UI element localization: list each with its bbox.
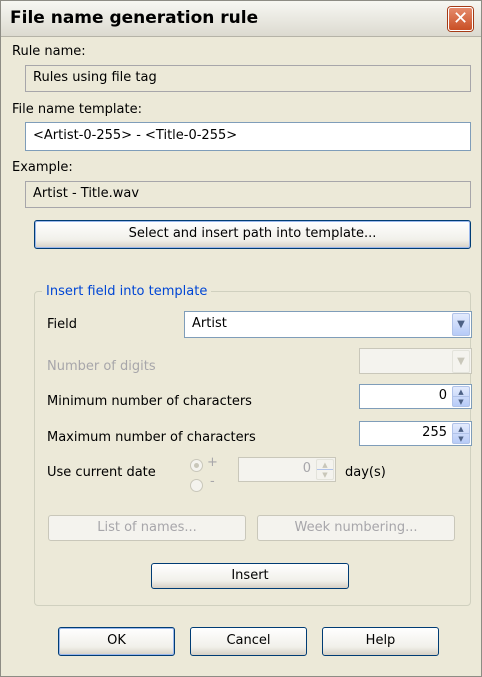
spinner-buttons[interactable]: ▲ ▼ — [452, 423, 470, 444]
chevron-down-icon[interactable]: ▼ — [452, 350, 470, 373]
max-chars-label: Maximum number of characters — [47, 430, 256, 445]
spin-up-icon[interactable]: ▲ — [453, 387, 469, 397]
template-input[interactable]: <Artist-0-255> - <Title-0-255> — [25, 122, 471, 151]
days-label: day(s) — [345, 465, 386, 480]
days-spinner[interactable]: 0 ▲ ▼ — [238, 457, 336, 482]
cancel-button[interactable]: Cancel — [190, 627, 307, 656]
min-chars-label: Minimum number of characters — [47, 394, 252, 409]
plus-radio[interactable] — [190, 459, 203, 472]
help-button[interactable]: Help — [322, 627, 439, 656]
dialog-body: Rule name: Rules using file tag File nam… — [1, 38, 481, 676]
spin-up-icon[interactable]: ▲ — [453, 424, 469, 434]
chevron-down-icon[interactable]: ▼ — [452, 313, 470, 336]
spinner-buttons[interactable]: ▲ ▼ — [316, 459, 334, 480]
window-title: File name generation rule — [10, 8, 259, 28]
min-chars-value: 0 — [438, 388, 447, 403]
spinner-buttons[interactable]: ▲ ▼ — [452, 386, 470, 407]
close-button[interactable]: ✕ — [448, 7, 473, 31]
spin-down-icon[interactable]: ▼ — [317, 470, 333, 480]
select-insert-path-button[interactable]: Select and insert path into template... — [34, 220, 471, 249]
rule-name-label: Rule name: — [12, 44, 86, 59]
min-chars-spinner[interactable]: 0 ▲ ▼ — [359, 384, 472, 409]
radio-selected-dot-icon — [194, 463, 199, 468]
max-chars-spinner[interactable]: 255 ▲ ▼ — [359, 421, 472, 446]
field-select[interactable]: Artist ▼ — [184, 311, 472, 338]
plus-label: + — [207, 455, 218, 470]
insert-field-group-caption: Insert field into template — [42, 284, 212, 299]
template-label: File name template: — [12, 102, 142, 117]
minus-radio[interactable] — [190, 479, 203, 492]
digits-select[interactable]: ▼ — [359, 348, 472, 374]
spin-down-icon[interactable]: ▼ — [453, 434, 469, 444]
list-of-names-button[interactable]: List of names... — [48, 515, 246, 541]
max-chars-value: 255 — [422, 425, 447, 440]
insert-button[interactable]: Insert — [151, 563, 349, 589]
field-label: Field — [47, 317, 78, 332]
dialog-window: File name generation rule ✕ Rule name: R… — [0, 0, 482, 677]
week-numbering-button[interactable]: Week numbering... — [257, 515, 455, 541]
use-date-label: Use current date — [47, 465, 156, 480]
title-bar[interactable]: File name generation rule ✕ — [1, 1, 481, 37]
digits-label: Number of digits — [47, 359, 156, 374]
minus-label: - — [210, 474, 215, 489]
ok-button[interactable]: OK — [58, 627, 175, 656]
close-icon: ✕ — [452, 8, 469, 29]
example-field: Artist - Title.wav — [25, 181, 471, 208]
rule-name-field: Rules using file tag — [25, 65, 471, 92]
insert-field-group — [34, 291, 471, 606]
spin-up-icon[interactable]: ▲ — [317, 460, 333, 470]
spin-down-icon[interactable]: ▼ — [453, 397, 469, 407]
days-value: 0 — [302, 461, 311, 476]
field-select-value: Artist — [192, 316, 227, 331]
example-label: Example: — [12, 160, 73, 175]
